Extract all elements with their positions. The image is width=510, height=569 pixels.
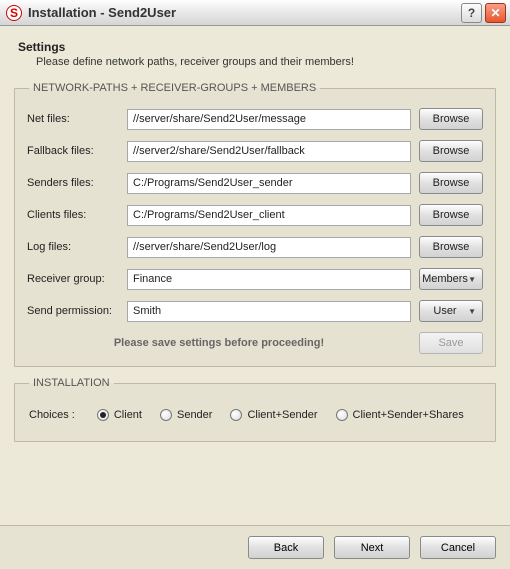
log-files-label: Log files:: [27, 241, 127, 253]
fallback-files-browse-button[interactable]: Browse: [419, 140, 483, 162]
senders-files-browse-button[interactable]: Browse: [419, 172, 483, 194]
chevron-down-icon: ▼: [468, 275, 476, 284]
choices-label: Choices :: [29, 409, 75, 421]
clients-files-input[interactable]: [127, 205, 411, 226]
senders-files-input[interactable]: [127, 173, 411, 194]
radio-client[interactable]: Client: [97, 409, 142, 421]
radio-client-label: Client: [114, 409, 142, 421]
send-permission-label: Send permission:: [27, 305, 127, 317]
titlebar: S Installation - Send2User ? ✕: [0, 0, 510, 26]
installation-group: INSTALLATION Choices : Client Sender Cli…: [14, 377, 496, 442]
radio-client-sender[interactable]: Client+Sender: [230, 409, 317, 421]
net-files-label: Net files:: [27, 113, 127, 125]
close-button[interactable]: ✕: [485, 3, 506, 23]
radio-client-sender-shares[interactable]: Client+Sender+Shares: [336, 409, 464, 421]
radio-dot-icon: [336, 409, 348, 421]
log-files-input[interactable]: [127, 237, 411, 258]
fallback-files-input[interactable]: [127, 141, 411, 162]
cancel-button[interactable]: Cancel: [420, 536, 496, 559]
senders-files-label: Senders files:: [27, 177, 127, 189]
chevron-down-icon: ▼: [468, 307, 476, 316]
clients-files-browse-button[interactable]: Browse: [419, 204, 483, 226]
window-title: Installation - Send2User: [28, 5, 461, 20]
user-dropdown-button[interactable]: User ▼: [419, 300, 483, 322]
radio-sender-label: Sender: [177, 409, 212, 421]
members-dropdown-button[interactable]: Members ▼: [419, 268, 483, 290]
back-button[interactable]: Back: [248, 536, 324, 559]
page-subheading: Please define network paths, receiver gr…: [36, 56, 496, 68]
next-button[interactable]: Next: [334, 536, 410, 559]
installation-group-legend: INSTALLATION: [29, 377, 114, 389]
paths-group: NETWORK-PATHS + RECEIVER-GROUPS + MEMBER…: [14, 82, 496, 367]
save-button[interactable]: Save: [419, 332, 483, 354]
page-heading: Settings: [18, 40, 496, 54]
send-permission-input[interactable]: [127, 301, 411, 322]
radio-dot-icon: [97, 409, 109, 421]
fallback-files-label: Fallback files:: [27, 145, 127, 157]
clients-files-label: Clients files:: [27, 209, 127, 221]
save-hint: Please save settings before proceeding!: [27, 337, 411, 349]
radio-dot-icon: [230, 409, 242, 421]
radio-client-sender-label: Client+Sender: [247, 409, 317, 421]
receiver-group-input[interactable]: [127, 269, 411, 290]
members-button-label: Members: [422, 273, 468, 285]
receiver-group-label: Receiver group:: [27, 273, 127, 285]
user-button-label: User: [433, 305, 456, 317]
radio-client-sender-shares-label: Client+Sender+Shares: [353, 409, 464, 421]
net-files-browse-button[interactable]: Browse: [419, 108, 483, 130]
log-files-browse-button[interactable]: Browse: [419, 236, 483, 258]
radio-dot-icon: [160, 409, 172, 421]
app-icon: S: [6, 5, 22, 21]
net-files-input[interactable]: [127, 109, 411, 130]
radio-sender[interactable]: Sender: [160, 409, 212, 421]
footer: Back Next Cancel: [0, 525, 510, 569]
paths-group-legend: NETWORK-PATHS + RECEIVER-GROUPS + MEMBER…: [29, 82, 320, 94]
help-button[interactable]: ?: [461, 3, 482, 23]
